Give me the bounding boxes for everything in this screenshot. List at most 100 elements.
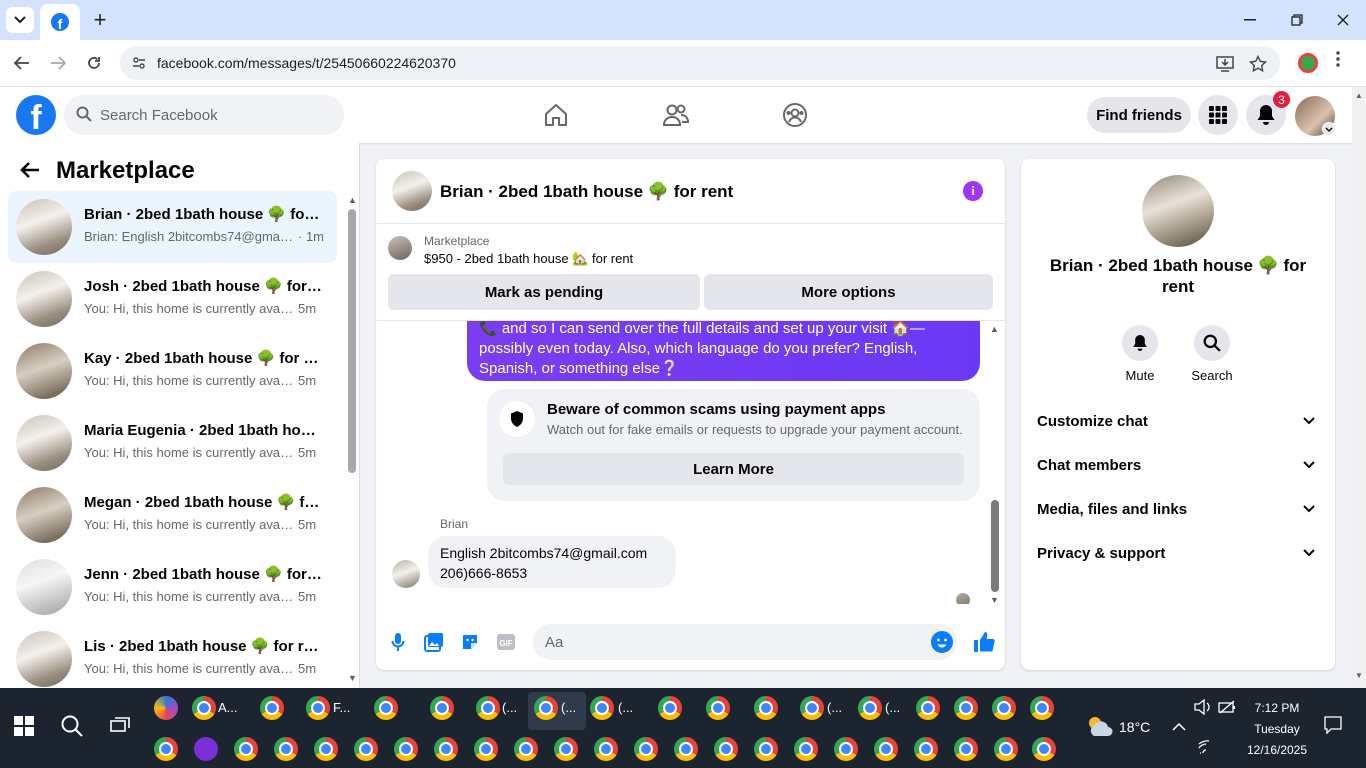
chat-list-item[interactable]: Lis · 2bed 1bath house 🌳 for rent You: H… [8,623,337,695]
taskbar-window-label[interactable]: F... [333,700,350,715]
chrome-window-icon[interactable] [794,737,818,761]
chat-members-row[interactable]: Chat members [1029,444,1327,488]
gif-icon[interactable]: GIF [493,629,519,655]
search-input[interactable] [100,95,330,135]
emoji-icon[interactable] [931,631,953,653]
tab-search-button[interactable] [6,7,34,33]
chrome-window-icon[interactable] [1030,696,1054,720]
chat-list-item[interactable]: Brian · 2bed 1bath house 🌳 for rent Bria… [8,191,337,263]
conversation-info-icon[interactable]: i [963,181,983,201]
copilot-icon[interactable] [154,696,178,720]
taskbar-window-label[interactable]: (... [618,700,633,715]
taskbar-window-label[interactable]: (... [561,700,576,715]
chrome-window-icon[interactable] [154,737,178,761]
app-icon[interactable] [194,737,218,761]
chrome-window-icon[interactable] [634,737,658,761]
scroll-up-arrow-icon[interactable]: ▲ [1355,91,1363,100]
new-tab-button[interactable]: + [88,7,112,32]
chrome-window-icon[interactable] [306,696,330,720]
browser-profile-avatar[interactable] [1298,53,1318,73]
minimize-button[interactable] [1238,8,1262,32]
chrome-window-icon[interactable] [874,737,898,761]
chrome-window-icon[interactable] [992,696,1016,720]
back-button[interactable] [10,51,34,75]
chrome-window-icon[interactable] [434,737,458,761]
chrome-window-icon[interactable] [658,696,682,720]
chrome-window-icon[interactable] [594,737,618,761]
notification-center-icon[interactable] [1324,716,1342,737]
chrome-window-icon[interactable] [954,737,978,761]
browser-menu-button[interactable] [1336,51,1340,72]
nav-home[interactable] [538,97,574,133]
close-window-button[interactable] [1331,8,1355,32]
install-app-icon[interactable] [1215,54,1235,74]
message-thread-scrollbar[interactable] [991,500,999,592]
chrome-window-icon[interactable] [590,696,614,720]
chrome-window-icon[interactable] [994,737,1018,761]
url-text[interactable]: facebook.com/messages/t/2545066022462037… [157,55,456,71]
message-thread[interactable]: 📞 and so I can send over the full detail… [376,321,1005,604]
chrome-window-icon[interactable] [234,737,258,761]
chrome-window-icon[interactable] [674,737,698,761]
system-clock[interactable]: 7:12 PM Tuesday 12/16/2025 [1232,698,1322,761]
back-arrow-icon[interactable] [20,158,40,184]
chat-info-avatar[interactable] [1142,175,1214,247]
chat-list-item[interactable]: Jenn · 2bed 1bath house 🌳 for rent You: … [8,551,337,623]
search-conversation-button[interactable]: Search [1177,325,1247,383]
customize-chat-row[interactable]: Customize chat [1029,400,1327,444]
restore-button[interactable] [1285,8,1309,32]
chrome-window-icon[interactable] [954,696,978,720]
chrome-window-icon[interactable] [834,737,858,761]
chrome-window-icon[interactable] [754,737,778,761]
scroll-down-arrow-icon[interactable]: ▼ [348,673,357,683]
nav-groups[interactable] [777,97,813,133]
chrome-window-icon[interactable] [476,696,500,720]
conversation-avatar[interactable] [392,171,432,211]
forward-button[interactable] [46,51,70,75]
scroll-up-arrow-icon[interactable]: ▲ [348,195,357,205]
sticker-icon[interactable] [457,629,483,655]
sender-avatar[interactable] [392,560,420,588]
scroll-up-arrow-icon[interactable]: ▲ [990,324,999,334]
browser-tab-facebook[interactable]: f [40,4,80,40]
scroll-down-arrow-icon[interactable]: ▼ [990,595,999,605]
reload-button[interactable] [82,51,106,75]
chrome-window-icon[interactable] [754,696,778,720]
microphone-icon[interactable] [385,629,411,655]
find-friends-button[interactable]: Find friends [1087,97,1191,133]
windows-start-icon[interactable] [14,716,34,736]
outgoing-message-bubble[interactable]: 📞 and so I can send over the full detail… [467,321,980,381]
chat-list-item[interactable]: Megan · 2bed 1bath house 🌳 for rent You:… [8,479,337,551]
speaker-icon[interactable] [1194,698,1212,718]
chrome-window-icon[interactable] [314,737,338,761]
weather-temperature[interactable]: 18°C [1119,719,1150,735]
chrome-window-icon[interactable] [858,696,882,720]
nav-friends[interactable] [658,97,694,133]
media-files-links-row[interactable]: Media, files and links [1029,488,1327,532]
privacy-support-row[interactable]: Privacy & support [1029,532,1327,576]
taskbar-window-label[interactable]: (... [885,700,900,715]
wifi-icon[interactable] [1198,740,1214,757]
mark-as-pending-button[interactable]: Mark as pending [388,274,700,310]
chrome-window-icon[interactable] [474,737,498,761]
mute-button[interactable]: Mute [1105,325,1175,383]
bookmark-star-icon[interactable] [1248,54,1268,74]
conversation-title[interactable]: Brian · 2bed 1bath house 🌳 for rent [440,182,733,202]
page-scrollbar[interactable]: ▲ ▼ [1352,87,1366,688]
taskbar-window-label[interactable]: A... [218,700,238,715]
chrome-window-icon[interactable] [374,696,398,720]
chrome-window-icon[interactable] [394,737,418,761]
chrome-window-icon[interactable] [706,696,730,720]
chrome-window-icon[interactable] [800,696,824,720]
listing-thumbnail[interactable] [388,236,412,260]
chevron-up-icon[interactable] [1172,718,1186,734]
chrome-window-icon[interactable] [354,737,378,761]
thumbs-up-icon[interactable] [971,629,997,655]
chat-list-item[interactable]: Maria Eugenia · 2bed 1bath house 🌳 for r… [8,407,337,479]
more-options-button[interactable]: More options [704,274,993,310]
menu-button[interactable] [1198,95,1238,135]
chrome-window-icon[interactable] [914,737,938,761]
task-view-icon[interactable] [110,717,130,738]
chrome-window-icon[interactable] [192,696,216,720]
listing-title[interactable]: $950 - 2bed 1bath house 🏡 for rent [424,251,633,267]
